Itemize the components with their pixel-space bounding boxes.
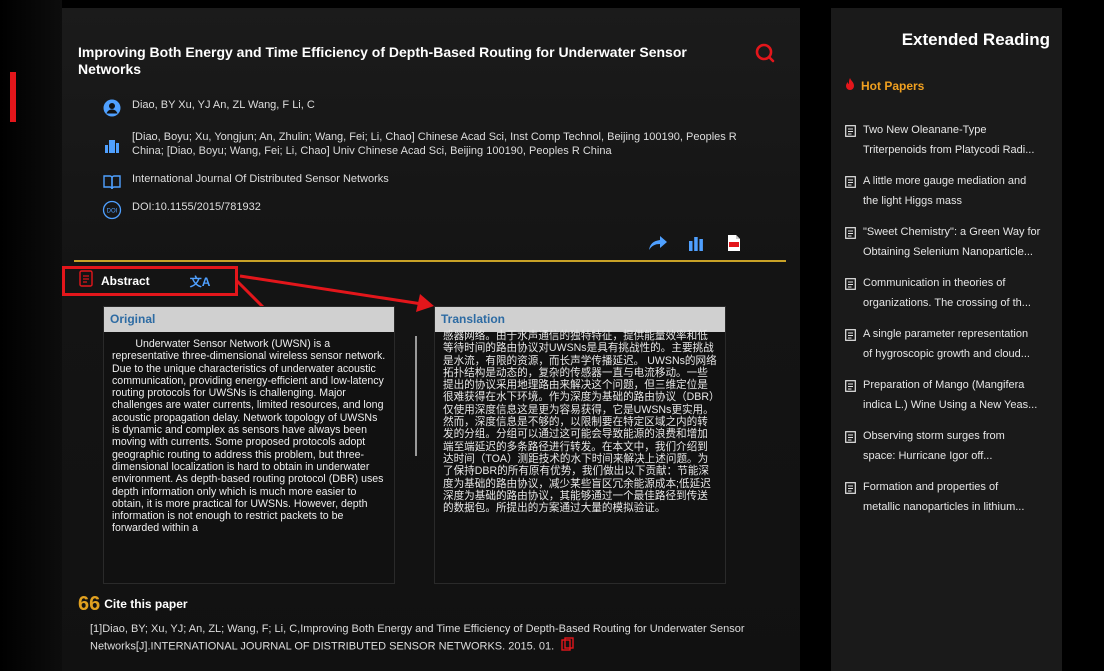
article-actions	[647, 232, 745, 254]
hot-paper-line1: A single parameter representation	[863, 328, 1029, 340]
original-panel: Original Underwater Sensor Network (UWSN…	[103, 306, 395, 584]
share-icon[interactable]	[647, 232, 669, 254]
hot-paper-item[interactable]: Communication in theories of organization…	[845, 273, 1055, 324]
hot-paper-line2: Triterpenoids from Platycodi Radi...	[863, 144, 1035, 156]
pdf-icon[interactable]	[723, 232, 745, 254]
hot-paper-title: A single parameter representation of hygr…	[863, 324, 1030, 375]
doi-icon: DOI	[102, 200, 122, 220]
cite-header: 66 Cite this paper	[78, 593, 188, 615]
hot-paper-line2: space: Hurricane Igor off...	[863, 450, 993, 462]
translate-icon[interactable]: 文A	[190, 273, 211, 290]
quote-icon: 66	[78, 593, 101, 615]
search-icon[interactable]	[754, 42, 776, 64]
user-icon	[102, 98, 122, 118]
abstract-header: Abstract 文A	[62, 266, 238, 296]
journal-row: International Journal Of Distributed Sen…	[102, 172, 752, 192]
hot-papers-header: Hot Papers	[845, 78, 924, 94]
hot-paper-title: "Sweet Chemistry": a Green Way for Obtain…	[863, 222, 1040, 273]
paper-icon	[845, 277, 859, 324]
hot-paper-line1: A little more gauge mediation and	[863, 175, 1027, 187]
hot-paper-item[interactable]: Observing storm surges from space: Hurric…	[845, 426, 1055, 477]
journal-name[interactable]: International Journal Of Distributed Sen…	[132, 172, 752, 186]
hot-paper-item[interactable]: Two New Oleanane-Type Triterpenoids from …	[845, 120, 1055, 171]
original-text: Underwater Sensor Network (UWSN) is a re…	[112, 338, 386, 535]
panel-separator	[415, 336, 417, 456]
left-accent-bar	[10, 72, 16, 122]
hot-paper-line1: Communication in theories of	[863, 277, 1006, 289]
translation-panel: Translation 感器网络。由于水声通信的独特特征，提供能量效率和低等待时…	[434, 306, 726, 584]
section-divider	[74, 260, 786, 262]
stats-icon[interactable]	[685, 232, 707, 254]
authors-row: Diao, BY Xu, YJ An, ZL Wang, F Li, C	[102, 98, 752, 118]
affiliation-row: [Diao, Boyu; Xu, Yongjun; An, Zhulin; Wa…	[102, 130, 752, 158]
book-icon	[102, 172, 122, 192]
hot-paper-item[interactable]: A single parameter representation of hygr…	[845, 324, 1055, 375]
paper-icon	[845, 175, 859, 222]
svg-text:DOI: DOI	[107, 208, 118, 214]
hot-paper-title: Observing storm surges from space: Hurric…	[863, 426, 1005, 477]
hot-paper-item[interactable]: Formation and properties of metallic nano…	[845, 477, 1055, 528]
hot-paper-line1: Preparation of Mango (Mangifera	[863, 379, 1025, 391]
authors: Diao, BY Xu, YJ An, ZL Wang, F Li, C	[132, 99, 315, 111]
paper-icon	[845, 430, 859, 477]
hot-paper-line2: the light Higgs mass	[863, 195, 963, 207]
hot-paper-title: Communication in theories of organization…	[863, 273, 1031, 324]
paper-icon	[845, 481, 859, 528]
doi[interactable]: DOI:10.1155/2015/781932	[132, 200, 752, 214]
hot-paper-line1: "Sweet Chemistry": a Green Way for	[863, 226, 1041, 238]
hot-paper-title: Formation and properties of metallic nano…	[863, 477, 1024, 528]
hot-paper-title: A little more gauge mediation and the lig…	[863, 171, 1026, 222]
document-icon	[79, 270, 93, 292]
hot-paper-line1: Formation and properties of	[863, 481, 999, 493]
original-header: Original	[104, 307, 394, 332]
hot-papers-list: Two New Oleanane-Type Triterpenoids from …	[845, 120, 1055, 528]
abstract-label: Abstract	[101, 274, 150, 288]
citation: [1]Diao, BY; Xu, YJ; An, ZL; Wang, F; Li…	[90, 621, 780, 656]
hot-paper-line2: indica L.) Wine Using a New Yeas...	[863, 399, 1038, 411]
hot-paper-line1: Two New Oleanane-Type	[863, 124, 987, 136]
hot-papers-label: Hot Papers	[861, 79, 925, 93]
sidebar-title: Extended Reading	[901, 30, 1050, 49]
hot-paper-item[interactable]: "Sweet Chemistry": a Green Way for Obtain…	[845, 222, 1055, 273]
affiliation: [Diao, Boyu; Xu, Yongjun; An, Zhulin; Wa…	[132, 131, 737, 157]
cite-label: Cite this paper	[104, 597, 188, 611]
translation-text: 感器网络。由于水声通信的独特特征，提供能量效率和低等待时间的路由协议对UWSNs…	[443, 330, 717, 515]
hot-paper-line2: of hygroscopic growth and cloud...	[863, 348, 1030, 360]
paper-icon	[845, 124, 859, 171]
copy-icon[interactable]	[561, 637, 575, 656]
hot-paper-item[interactable]: Preparation of Mango (Mangifera indica L.…	[845, 375, 1055, 426]
hot-paper-item[interactable]: A little more gauge mediation and the lig…	[845, 171, 1055, 222]
hot-paper-line1: Observing storm surges from	[863, 430, 1005, 442]
fire-icon	[845, 78, 855, 94]
hot-paper-title: Preparation of Mango (Mangifera indica L.…	[863, 375, 1037, 426]
paper-icon	[845, 328, 859, 375]
hot-paper-line2: Obtaining Selenium Nanoparticle...	[863, 246, 1033, 258]
right-background	[1062, 0, 1104, 671]
main-content: Improving Both Energy and Time Efficienc…	[62, 8, 800, 671]
hot-paper-title: Two New Oleanane-Type Triterpenoids from …	[863, 120, 1034, 171]
paper-icon	[845, 226, 859, 273]
hot-paper-line2: organizations. The crossing of th...	[863, 297, 1031, 309]
citation-text: [1]Diao, BY; Xu, YJ; An, ZL; Wang, F; Li…	[90, 623, 745, 653]
institution-icon	[102, 136, 122, 156]
sidebar: Extended Reading Hot Papers Two New Olea…	[831, 8, 1062, 671]
paper-icon	[845, 379, 859, 426]
hot-paper-line2: metallic nanoparticles in lithium...	[863, 501, 1025, 513]
article-title: Improving Both Energy and Time Efficienc…	[78, 44, 687, 77]
doi-row: DOI DOI:10.1155/2015/781932	[102, 200, 752, 220]
